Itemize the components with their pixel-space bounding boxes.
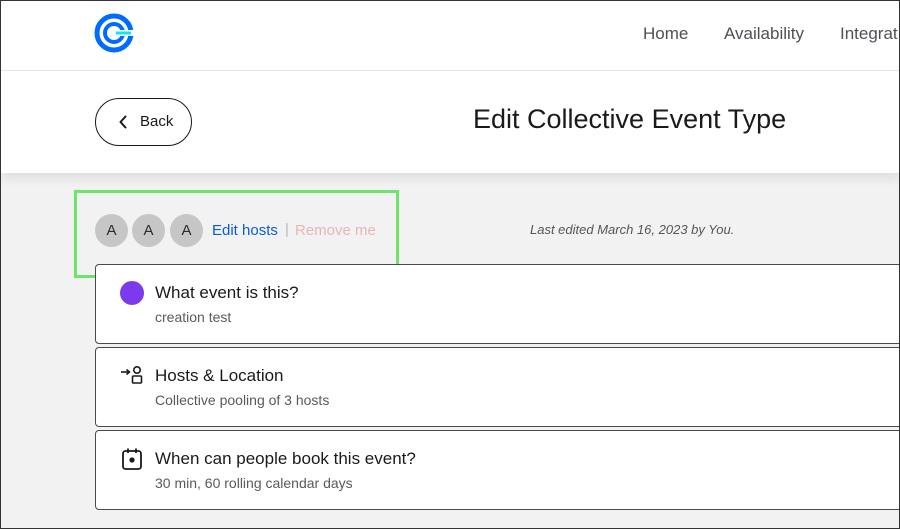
nav-home-link[interactable]: Home [643, 24, 688, 44]
card-title: When can people book this event? [155, 449, 416, 468]
host-avatar[interactable]: A [170, 214, 203, 247]
card-subtitle: 30 min, 60 rolling calendar days [155, 475, 353, 491]
hosts-location-card[interactable]: Hosts & Location Collective pooling of 3… [95, 347, 899, 427]
host-avatar[interactable]: A [95, 214, 128, 247]
chevron-left-icon [119, 115, 127, 129]
host-avatar[interactable]: A [132, 214, 165, 247]
last-edited-text: Last edited March 16, 2023 by You. [530, 222, 735, 237]
card-subtitle: Collective pooling of 3 hosts [155, 392, 330, 408]
calendar-icon [122, 448, 142, 470]
back-button-label: Back [140, 113, 174, 130]
hosts-location-icon [121, 365, 143, 384]
remove-me-link[interactable]: Remove me [295, 222, 376, 239]
card-title: Hosts & Location [155, 366, 284, 385]
card-subtitle: creation test [155, 309, 232, 325]
top-navigation: Home Availability Integrat [1, 1, 899, 71]
event-details-card[interactable]: What event is this? creation test [95, 264, 899, 344]
nav-integrations-link[interactable]: Integrat [840, 24, 898, 44]
app-window: Home Availability Integrat Back Edit Col… [0, 0, 900, 529]
booking-window-card[interactable]: When can people book this event? 30 min,… [95, 430, 899, 510]
edit-hosts-link[interactable]: Edit hosts [212, 222, 278, 239]
page-header: Back Edit Collective Event Type [1, 71, 899, 173]
calendly-logo-icon[interactable] [94, 13, 134, 53]
purple-dot-icon [120, 281, 144, 305]
card-title: What event is this? [155, 283, 299, 302]
nav-availability-link[interactable]: Availability [724, 24, 804, 44]
link-separator: | [285, 221, 289, 238]
back-button[interactable]: Back [95, 98, 192, 146]
page-title: Edit Collective Event Type [473, 104, 787, 134]
